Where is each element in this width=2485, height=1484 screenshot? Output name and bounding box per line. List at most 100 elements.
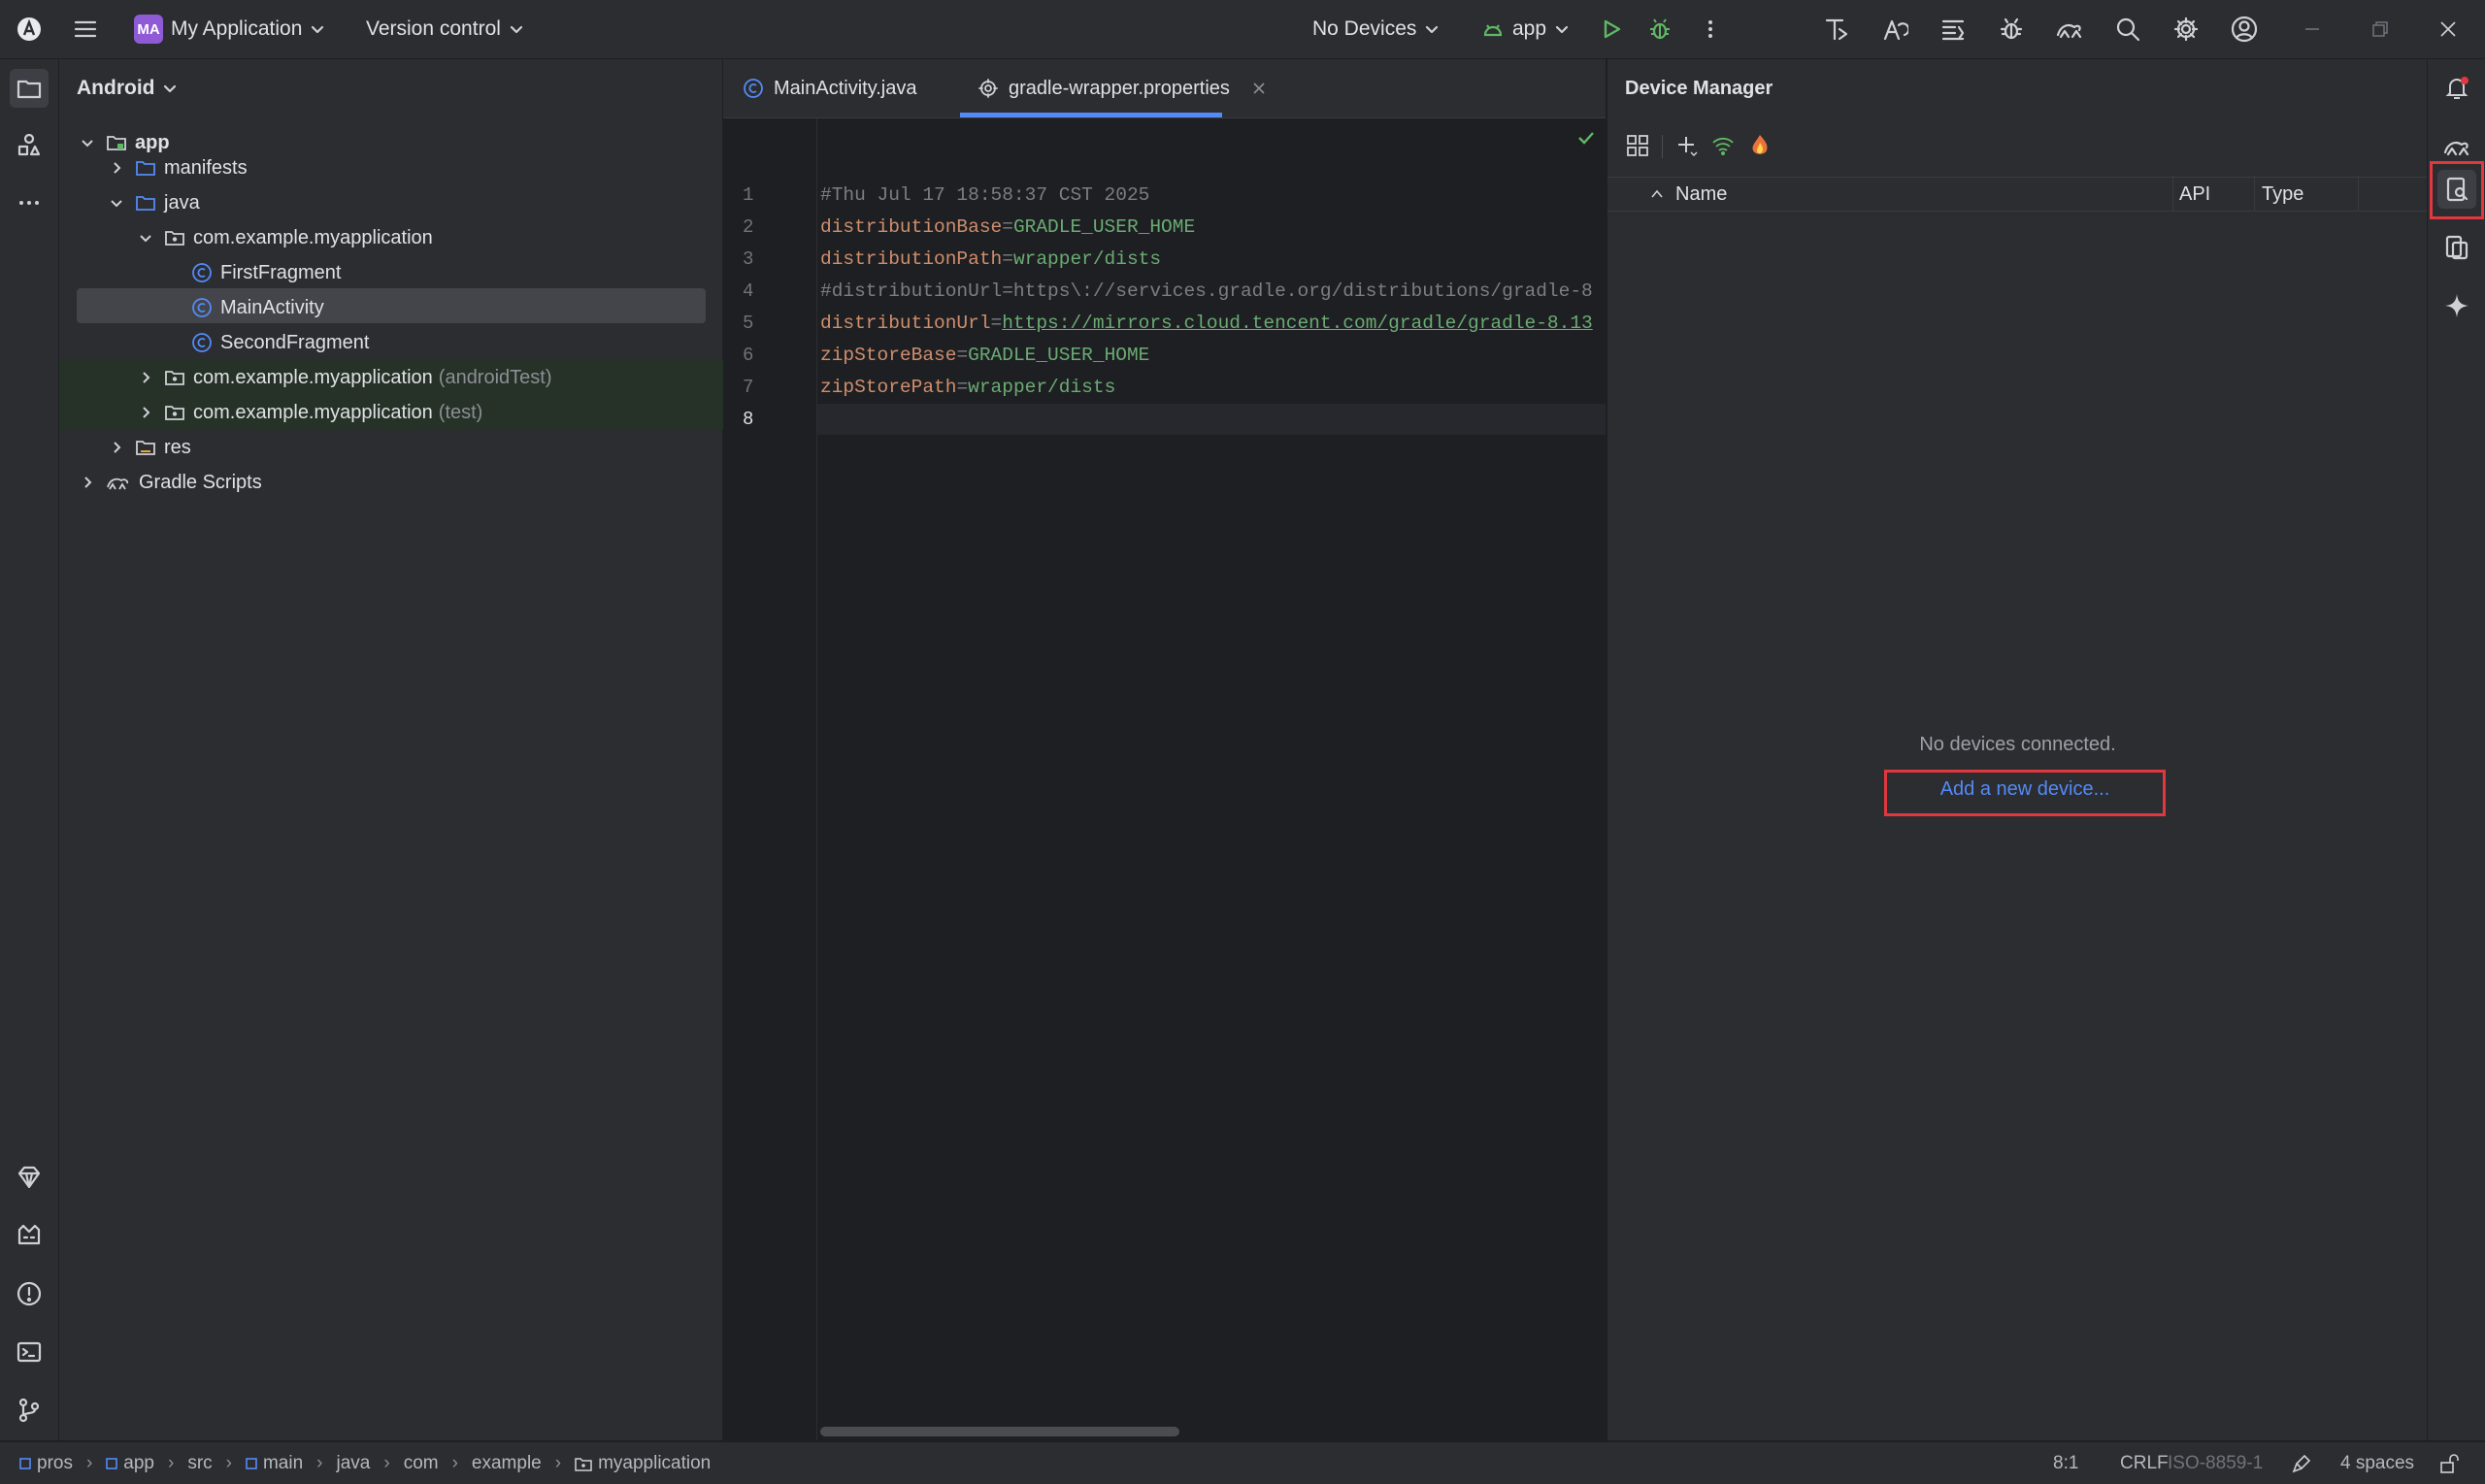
breadcrumb-item[interactable]: src (187, 1453, 212, 1474)
gradle-elephant-icon (107, 478, 129, 490)
folder-icon (17, 80, 42, 99)
app-quality-button[interactable] (10, 1216, 49, 1255)
tab-mainactivity[interactable]: MainActivity.java (743, 59, 916, 117)
breadcrumb-item[interactable]: example (472, 1453, 542, 1474)
code-line-2: distributionBase=GRADLE_USER_HOME (820, 216, 1196, 238)
terminal-button[interactable] (10, 1333, 49, 1371)
tree-item-package-main[interactable]: com.example.myapplication (59, 220, 800, 255)
firebase-test-lab-icon[interactable] (1747, 133, 1773, 158)
gemini-assistant-button[interactable] (2437, 286, 2476, 325)
resource-manager-button[interactable] (10, 125, 49, 164)
tree-item-res[interactable]: res (59, 430, 771, 465)
add-device-icon[interactable] (1673, 133, 1699, 158)
project-view-selector[interactable]: Android (77, 59, 178, 117)
tree-item-label: com.example.myapplication (193, 366, 433, 388)
code-style-brush-icon[interactable] (2291, 1453, 2312, 1474)
tree-item-manifests[interactable]: manifests (59, 150, 771, 185)
run-config-label: app (1512, 17, 1547, 40)
gemini-button[interactable] (10, 1158, 49, 1197)
column-header-type[interactable]: Type (2262, 178, 2303, 211)
breadcrumb-item[interactable]: main (246, 1453, 303, 1474)
apply-changes-icon[interactable] (1821, 14, 1852, 45)
tree-item-package-test[interactable]: com.example.myapplication (test) (59, 395, 800, 430)
breadcrumb-item[interactable]: app (106, 1453, 154, 1474)
class-icon (192, 263, 212, 282)
version-control-menu[interactable]: Version control (366, 0, 524, 58)
sort-ascending-icon (1651, 189, 1663, 198)
horizontal-scrollbar[interactable] (820, 1427, 1179, 1436)
no-problems-check-icon[interactable] (1575, 127, 1597, 148)
notifications-button[interactable] (2437, 69, 2476, 108)
project-tool-button[interactable] (10, 69, 49, 108)
breadcrumb-item[interactable]: pros (19, 1453, 73, 1474)
device-manager-tool-button[interactable] (2437, 170, 2476, 209)
gradle-tool-button[interactable] (2437, 127, 2476, 166)
package-icon (165, 371, 184, 385)
tree-item-gradle-scripts[interactable]: Gradle Scripts (59, 465, 742, 500)
version-control-button[interactable] (10, 1391, 49, 1430)
more-actions-icon[interactable] (1695, 14, 1726, 45)
class-icon (192, 333, 212, 352)
package-icon (165, 406, 184, 420)
pair-wifi-icon[interactable] (1710, 133, 1736, 158)
problems-button[interactable] (10, 1274, 49, 1313)
unlock-icon[interactable] (2438, 1453, 2460, 1474)
run-config-selector[interactable]: app (1481, 0, 1570, 58)
breadcrumb-separator-icon: › (316, 1452, 323, 1473)
restore-window-icon[interactable] (2365, 14, 2396, 45)
project-selector[interactable]: MA My Application (134, 0, 325, 58)
code-content[interactable]: #Thu Jul 17 18:58:37 CST 2025 distributi… (723, 118, 1606, 1440)
column-divider (2254, 176, 2255, 211)
translate-icon[interactable] (1879, 14, 1910, 45)
tree-item-label: SecondFragment (220, 331, 370, 353)
column-header-api[interactable]: API (2179, 178, 2210, 211)
add-new-device-link[interactable]: Add a new device... (1884, 778, 2166, 801)
minimize-window-icon[interactable] (2297, 14, 2328, 45)
code-line-6: zipStoreBase=GRADLE_USER_HOME (820, 345, 1150, 366)
tree-item-java[interactable]: java (59, 185, 771, 220)
file-encoding[interactable]: ISO-8859-1 (2168, 1442, 2263, 1484)
gradle-sync-icon[interactable] (2054, 14, 2085, 45)
collapse-chevron-icon (114, 442, 121, 453)
bell-icon (2445, 77, 2468, 99)
breadcrumb-item[interactable]: java (337, 1453, 371, 1474)
run-icon[interactable] (1596, 14, 1627, 45)
breadcrumb-item[interactable]: myapplication (575, 1453, 711, 1474)
more-tools-button[interactable] (10, 183, 49, 222)
gradle-elephant-icon (2443, 142, 2469, 156)
account-icon[interactable] (2229, 14, 2260, 45)
tree-item-label: MainActivity (220, 296, 324, 318)
device-selector[interactable]: No Devices (1312, 0, 1440, 58)
tree-item-label: com.example.myapplication (193, 226, 433, 248)
layout-inspector-icon[interactable] (1938, 14, 1969, 45)
tab-gradle-wrapper[interactable]: gradle-wrapper.properties (977, 59, 1267, 117)
device-manager-title: Device Manager (1625, 77, 1773, 99)
header-bottom-border (1607, 211, 2428, 212)
close-window-icon[interactable] (2433, 14, 2464, 45)
tree-item-package-androidtest[interactable]: com.example.myapplication (androidTest) (59, 360, 800, 395)
indent-setting[interactable]: 4 spaces (2340, 1442, 2414, 1484)
close-tab-icon[interactable] (1251, 81, 1267, 96)
main-menu-icon[interactable] (70, 14, 101, 45)
code-line-5: distributionUrl=https://mirrors.cloud.te… (820, 313, 1593, 334)
breadcrumb-separator-icon: › (85, 1452, 93, 1473)
module-icon (19, 1457, 31, 1469)
chevron-down-icon (510, 25, 523, 34)
line-separator[interactable]: CRLF (2120, 1442, 2169, 1484)
settings-gear-icon[interactable] (2170, 14, 2202, 45)
running-devices-button[interactable] (2437, 228, 2476, 267)
attach-debugger-icon[interactable] (1996, 14, 2027, 45)
breadcrumb-separator-icon: › (554, 1452, 562, 1473)
tree-item-suffix: (test) (438, 401, 483, 423)
debug-icon[interactable] (1644, 14, 1675, 45)
bug-report-icon (17, 1224, 41, 1245)
breadcrumb-item[interactable]: com (404, 1453, 439, 1474)
column-header-name[interactable]: Name (1650, 178, 1727, 211)
breadcrumb-separator-icon: › (451, 1452, 458, 1473)
chevron-down-icon (312, 25, 324, 34)
distribution-url-link[interactable]: https://mirrors.cloud.tencent.com/gradle… (1002, 313, 1593, 334)
cursor-position[interactable]: 8:1 (2053, 1442, 2078, 1484)
device-groups-icon[interactable] (1625, 133, 1650, 158)
collapse-chevron-icon (84, 477, 92, 488)
search-icon[interactable] (2112, 14, 2143, 45)
